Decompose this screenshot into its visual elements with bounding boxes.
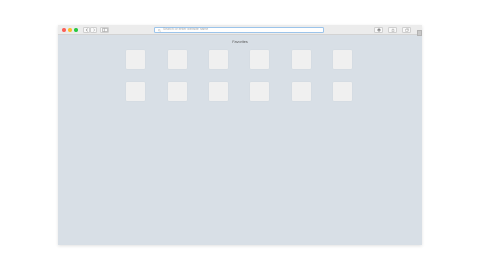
favorites-heading: Favorites: [232, 40, 248, 44]
sidebar-icon: [101, 28, 108, 32]
tabs-icon: [404, 28, 409, 32]
forward-button[interactable]: [90, 27, 97, 33]
favorite-tile[interactable]: [168, 82, 187, 101]
close-window-button[interactable]: [62, 28, 66, 32]
minimize-window-button[interactable]: [68, 28, 72, 32]
sidebar-button[interactable]: [100, 27, 109, 33]
favorite-tile[interactable]: [333, 50, 352, 69]
favorite-tile[interactable]: [292, 50, 311, 69]
browser-window: Search or enter website name Favorites: [58, 25, 422, 245]
toolbar: Search or enter website name: [58, 25, 422, 35]
share-icon: [391, 28, 394, 32]
favorite-tile[interactable]: [250, 82, 269, 101]
zoom-window-button[interactable]: [74, 28, 78, 32]
downloads-button[interactable]: [374, 27, 383, 33]
back-button[interactable]: [83, 27, 90, 33]
chevron-right-icon: [92, 28, 95, 32]
favorite-tile[interactable]: [209, 50, 228, 69]
tabs-button[interactable]: [402, 27, 411, 33]
sidebar-edge-handle[interactable]: [417, 30, 422, 36]
share-button[interactable]: [388, 27, 397, 33]
download-icon: [377, 28, 380, 32]
favorite-tile[interactable]: [292, 82, 311, 101]
favorite-tile[interactable]: [126, 82, 145, 101]
address-bar[interactable]: Search or enter website name: [154, 27, 324, 33]
magnifier-icon: [158, 28, 161, 32]
favorite-tile[interactable]: [126, 50, 145, 69]
chevron-left-icon: [85, 28, 88, 32]
favorite-tile[interactable]: [168, 50, 187, 69]
favorite-tile[interactable]: [209, 82, 228, 101]
address-placeholder: Search or enter website name: [163, 27, 209, 32]
favorite-tile[interactable]: [250, 50, 269, 69]
favorite-tile[interactable]: [333, 82, 352, 101]
